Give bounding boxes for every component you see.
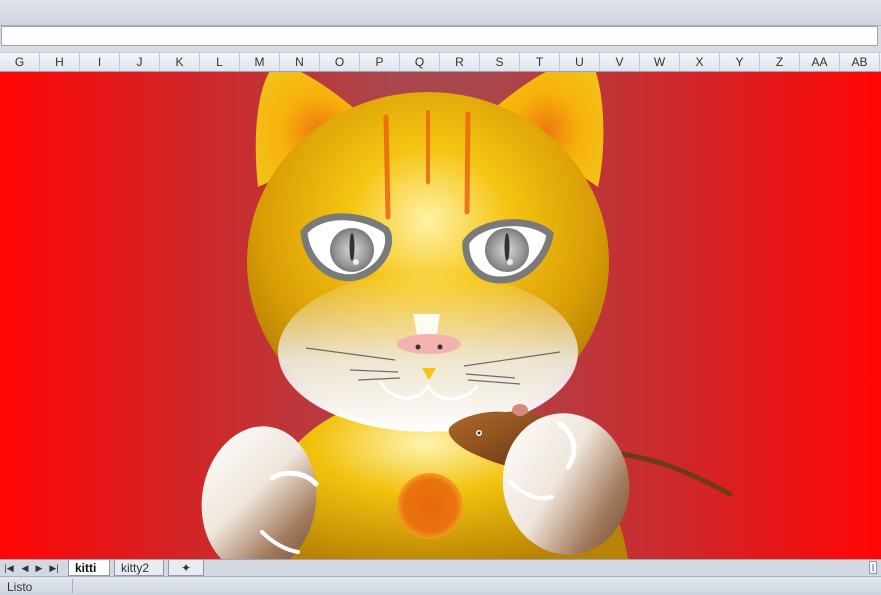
column-header-w[interactable]: W [640, 53, 680, 71]
column-header-aa[interactable]: AA [800, 53, 840, 71]
column-header-v[interactable]: V [600, 53, 640, 71]
column-header-z[interactable]: Z [760, 53, 800, 71]
column-header-x[interactable]: X [680, 53, 720, 71]
sheet-tab-bar: |◀ ◀ ▶ ▶| kitti kitty2 ✦ | [0, 559, 881, 576]
cat-head [247, 92, 609, 432]
column-header-row: G H I J K L M N O P Q R S T U V W X Y Z … [0, 52, 881, 72]
column-header-t[interactable]: T [520, 53, 560, 71]
sheet-tab-kitty2[interactable]: kitty2 [114, 560, 164, 576]
sheet-tab-kitti[interactable]: kitti [68, 560, 110, 576]
prev-sheet-icon[interactable]: ◀ [18, 562, 32, 574]
column-header-k[interactable]: K [160, 53, 200, 71]
column-header-n[interactable]: N [280, 53, 320, 71]
horizontal-scrollbar-thumb[interactable]: | [869, 561, 877, 574]
column-header-p[interactable]: P [360, 53, 400, 71]
status-text: Listo [7, 580, 33, 594]
status-bar: Listo [0, 576, 881, 595]
column-header-q[interactable]: Q [400, 53, 440, 71]
column-header-y[interactable]: Y [720, 53, 760, 71]
formula-bar[interactable] [1, 26, 878, 46]
insert-sheet-icon: ✦ [180, 561, 192, 575]
insert-sheet-button[interactable]: ✦ [168, 560, 204, 576]
cat-artwork [201, 72, 733, 559]
column-header-s[interactable]: S [480, 53, 520, 71]
next-sheet-icon[interactable]: ▶ [32, 562, 46, 574]
column-header-o[interactable]: O [320, 53, 360, 71]
ribbon-strip [0, 0, 881, 26]
column-header-m[interactable]: M [240, 53, 280, 71]
column-header-i[interactable]: I [80, 53, 120, 71]
column-header-u[interactable]: U [560, 53, 600, 71]
status-divider [72, 579, 73, 593]
column-header-ab[interactable]: AB [840, 53, 880, 71]
column-header-h[interactable]: H [40, 53, 80, 71]
last-sheet-icon[interactable]: ▶| [47, 562, 61, 574]
column-header-l[interactable]: L [200, 53, 240, 71]
sheet-grid[interactable] [0, 72, 881, 559]
belly-spot [397, 473, 463, 539]
column-header-r[interactable]: R [440, 53, 480, 71]
column-header-j[interactable]: J [120, 53, 160, 71]
column-header-g[interactable]: G [0, 53, 40, 71]
first-sheet-icon[interactable]: |◀ [2, 562, 16, 574]
